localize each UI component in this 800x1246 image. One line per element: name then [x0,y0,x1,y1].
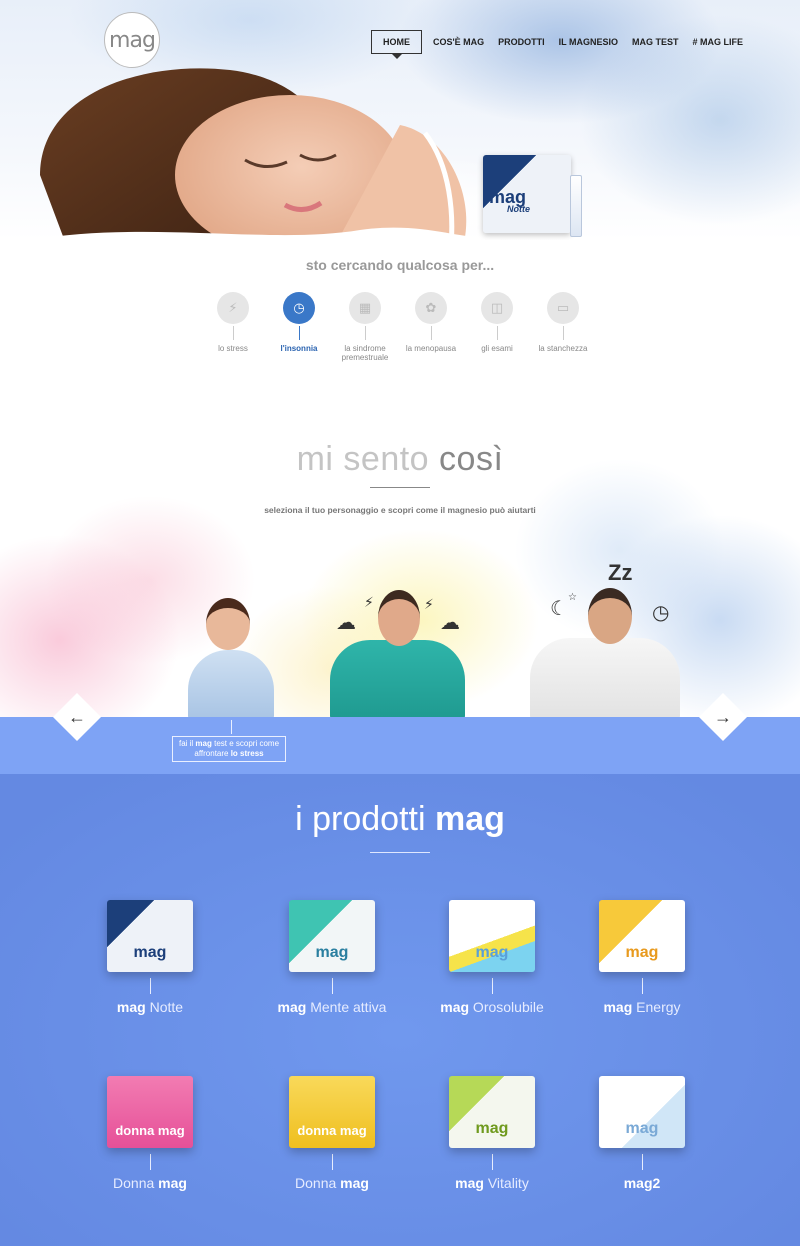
product-mag-mente-attiva[interactable]: mag mag Mente attiva [262,900,402,1015]
sleeping-woman-image [30,68,500,240]
nav-cose-mag[interactable]: COS'È MAG [426,30,491,54]
arrow-left-icon: ← [68,706,86,727]
character-head [206,598,250,650]
lightning-icon: ⚡ [217,292,249,324]
category-sindrome-premestruale[interactable]: ▦ la sindrome premestruale [332,292,398,362]
products-title: i prodotti mag [295,800,505,838]
divider [370,852,430,853]
clock-icon: ◷ [283,292,315,324]
product-label: mag Vitality [455,1175,529,1191]
book-icon: ◫ [481,292,513,324]
hero-section: mag HOME COS'È MAG PRODOTTI IL MAGNESIO … [0,0,800,240]
mood-band [0,717,800,774]
product-pack-image: mag [107,900,193,972]
category-label: gli esami [481,344,513,353]
product-mag-energy[interactable]: mag mag Energy [572,900,712,1015]
product-label: mag2 [623,1175,661,1191]
product-pack-image: mag [289,900,375,972]
product-label: mag Orosolubile [440,999,544,1015]
product-pack-image: mag [599,900,685,972]
prev-arrow-button[interactable]: ← [52,692,102,742]
product-pack-image: mag [449,1076,535,1148]
category-label: lo stress [218,344,248,353]
product-pack-image: donna mag [289,1076,375,1148]
nav-il-magnesio[interactable]: IL MAGNESIO [552,30,625,54]
category-insonnia[interactable]: ◷ l'insonnia [266,292,332,362]
category-label: l'insonnia [280,344,318,353]
star-icon: ☆ [568,592,577,603]
divider [370,487,430,488]
character-head [378,590,420,646]
mag-notte-pack-image: mag Notte [483,155,571,233]
nav-prodotti[interactable]: PRODOTTI [491,30,552,54]
clock-icon: ◷ [652,602,670,624]
steam-cloud-icon: ☁ [440,612,460,634]
mood-subtitle: seleziona il tuo personaggio e scopri co… [264,505,536,515]
product-label: mag Mente attiva [277,999,387,1015]
category-label: la stanchezza [538,344,588,353]
category-stanchezza[interactable]: ▭ la stanchezza [530,292,596,362]
lightning-icon: ⚡ [364,594,374,610]
calendar-icon: ▦ [349,292,381,324]
main-nav: HOME COS'È MAG PRODOTTI IL MAGNESIO MAG … [371,30,751,59]
product-pack-image: donna mag [107,1076,193,1148]
moon-icon: ☾ [550,598,568,620]
sachet-image [570,175,582,237]
product-pack-image: mag [599,1076,685,1148]
nav-mag-test[interactable]: MAG TEST [625,30,686,54]
character-stress-woman[interactable] [188,650,274,720]
lightning-icon: ⚡ [424,596,434,612]
product-mag-notte[interactable]: mag mag Notte [80,900,220,1015]
category-esami[interactable]: ◫ gli esami [464,292,530,362]
zzz-icon: Zz [608,560,633,585]
product-donna-mag-pink[interactable]: donna mag Donna mag [80,1076,220,1191]
search-title: sto cercando qualcosa per... [305,257,495,273]
character-head [588,588,632,644]
character-angry-man[interactable] [330,640,465,720]
character-sleepy-man[interactable] [530,638,680,720]
category-label: la menopausa [405,344,457,353]
product-pack-image: mag [449,900,535,972]
category-menopausa[interactable]: ✿ la menopausa [398,292,464,362]
product-label: mag Energy [603,999,681,1015]
nav-mag-life[interactable]: # MAG LIFE [686,30,751,54]
category-label: la sindrome premestruale [341,344,389,362]
product-label: mag Notte [116,999,184,1015]
category-stress[interactable]: ⚡ lo stress [200,292,266,362]
product-label: Donna mag [113,1175,187,1191]
product-mag-orosolubile[interactable]: mag mag Orosolubile [422,900,562,1015]
arrow-right-icon: → [714,706,732,727]
nav-home[interactable]: HOME [371,30,422,59]
product-label: Donna mag [295,1175,369,1191]
next-arrow-button[interactable]: → [698,692,748,742]
product-donna-mag-yellow[interactable]: donna mag Donna mag [262,1076,402,1191]
mag-test-tooltip[interactable]: fai il mag test e scopri come affrontare… [172,736,286,762]
category-selector: ⚡ lo stress ◷ l'insonnia ▦ la sindrome p… [200,292,600,362]
product-mag2[interactable]: mag mag2 [572,1076,712,1191]
flower-icon: ✿ [415,292,447,324]
monitor-icon: ▭ [547,292,579,324]
mood-title: mi sento così [296,440,504,478]
steam-cloud-icon: ☁ [336,612,356,634]
product-mag-vitality[interactable]: mag mag Vitality [422,1076,562,1191]
